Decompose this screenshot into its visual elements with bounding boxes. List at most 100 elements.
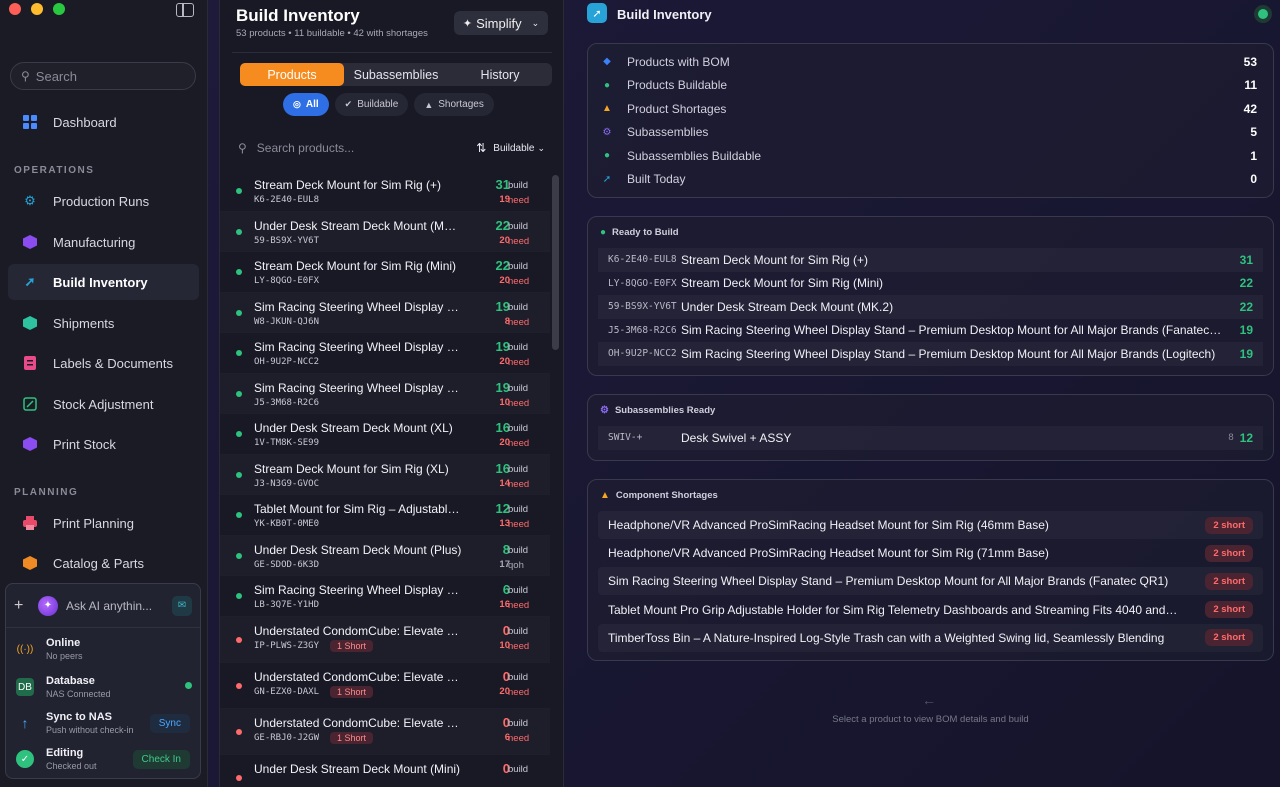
product-row[interactable]: Under Desk Stream Deck Mount (Plus) GE-SD… — [220, 535, 550, 576]
zoom-window-button[interactable] — [53, 3, 65, 15]
sidebar-item-dashboard[interactable]: Dashboard — [8, 104, 199, 140]
detail-panel: ➚ Build Inventory ◆ Products with BOM 53 ● P… — [575, 0, 1280, 787]
sidebar-item-shipments[interactable]: Shipments — [8, 305, 199, 341]
build-label: build — [508, 382, 529, 394]
shortage-row[interactable]: Headphone/VR Advanced ProSimRacing Heads… — [598, 511, 1263, 539]
product-row[interactable]: Stream Deck Mount for Sim Rig (Mini) LY-8… — [220, 252, 550, 293]
buildable-count: 31 — [1239, 252, 1253, 267]
sidebar-item-catalog-parts[interactable]: Catalog & Parts — [8, 545, 199, 581]
build-label: build — [508, 625, 529, 637]
filter-all[interactable]: ◎ All — [283, 93, 329, 116]
filter-shortages[interactable]: ▲ Shortages — [414, 93, 494, 116]
product-row[interactable]: Sim Racing Steering Wheel Display Stand O… — [220, 333, 550, 374]
sync-subtitle: Push without check-in — [46, 725, 134, 735]
ai-chat-row: + ✦ Ask AI anythin... ✉ — [6, 584, 200, 628]
product-row[interactable]: Under Desk Stream Deck Mount (Mini) 0 buil… — [220, 755, 550, 787]
sync-button[interactable]: Sync — [149, 714, 190, 733]
sort-button[interactable]: ⇅ Buildable ⌄ — [476, 141, 545, 155]
sidebar-item-manufacturing[interactable]: Manufacturing — [8, 224, 199, 260]
buildable-count: 19 — [1239, 346, 1253, 361]
product-row[interactable]: Under Desk Stream Deck Mount (MK.2) 59-BS… — [220, 211, 550, 252]
sidebar-item-stock-adjustment[interactable]: Stock Adjustment — [8, 386, 199, 422]
summary-row: ◆ Products with BOM 53 — [588, 50, 1273, 74]
chat-icon[interactable]: ✉ — [172, 595, 192, 616]
summary-value: 42 — [1243, 101, 1257, 116]
card-header-label: Component Shortages — [615, 490, 718, 501]
subassembly-name: Desk Swivel + ASSY — [681, 430, 792, 445]
shortage-badge: 2 short — [1205, 629, 1253, 647]
simplify-button[interactable]: ✦ Simplify ⌄ — [454, 11, 548, 35]
shortage-row[interactable]: TimberToss Bin – A Nature-Inspired Log-S… — [598, 624, 1263, 652]
product-row[interactable]: Under Desk Stream Deck Mount (XL) 1V-TM8K… — [220, 414, 550, 455]
summary-value: 1 — [1250, 148, 1257, 163]
shortage-row[interactable]: Tablet Mount Pro Grip Adjustable Holder … — [598, 596, 1263, 624]
product-sku: 59-BS9X-YV6T — [608, 301, 677, 313]
summary-card: ◆ Products with BOM 53 ● Products Buildable 1… — [587, 43, 1274, 198]
product-list-panel: Build Inventory 53 products • 11 buildab… — [219, 0, 564, 787]
search-icon: ⚲ — [21, 69, 30, 83]
minimize-window-button[interactable] — [31, 3, 43, 15]
sidebar-toggle-icon[interactable] — [176, 3, 194, 17]
online-subtitle: No peers — [46, 651, 83, 661]
product-name: Tablet Mount for Sim Rig – Adjustable Ho… — [254, 502, 464, 516]
ready-row[interactable]: LY-8QGO-E0FX Stream Deck Mount for Sim Ri… — [598, 272, 1263, 296]
buildable-count: 22 — [1239, 299, 1253, 314]
product-sku: 59-BS9X-YV6T — [254, 235, 320, 246]
ready-row[interactable]: 59-BS9X-YV6T Under Desk Stream Deck Mount… — [598, 295, 1263, 319]
gears-icon: ⚙ — [24, 193, 36, 208]
check-in-button[interactable]: Check In — [132, 750, 190, 769]
sidebar-item-label: Dashboard — [53, 114, 117, 130]
status-dot — [236, 512, 242, 518]
filter-buildable[interactable]: ✔ Buildable — [334, 93, 409, 116]
sidebar-item-print-planning[interactable]: Print Planning — [8, 505, 199, 541]
product-row[interactable]: Understated CondomCube: Elevate Your GN-E… — [220, 663, 550, 709]
sidebar-item-build-inventory[interactable]: ➚ Build Inventory — [8, 264, 199, 300]
component-name: Headphone/VR Advanced ProSimRacing Heads… — [608, 518, 1049, 532]
product-row[interactable]: Sim Racing Steering Wheel Display Stand J… — [220, 373, 550, 414]
scrollbar[interactable] — [552, 175, 559, 350]
build-label: build — [508, 717, 529, 729]
printer-icon — [22, 515, 38, 531]
tab-products[interactable]: Products — [240, 63, 344, 86]
status-dot — [236, 593, 242, 599]
product-name: Sim Racing Steering Wheel Display Stand … — [681, 323, 1223, 338]
ready-row[interactable]: OH-9U2P-NCC2 Sim Racing Steering Wheel Di… — [598, 342, 1263, 366]
plus-icon[interactable]: + — [14, 597, 32, 615]
product-name: Sim Racing Steering Wheel Display Stand — [254, 299, 464, 314]
search-placeholder: Search products... — [256, 141, 355, 155]
buildable-count: 12 — [1239, 430, 1253, 445]
database-subtitle: NAS Connected — [46, 689, 111, 699]
product-sku: GN-EZX0-DAXL — [254, 686, 320, 697]
status-dot — [236, 188, 242, 194]
product-row[interactable]: Sim Racing Steering Wheel Display Stand W… — [220, 292, 550, 333]
operations-section-header: OPERATIONS — [14, 165, 95, 176]
product-sku: LB-3Q7E-Y1HD — [254, 600, 320, 610]
product-row[interactable]: Tablet Mount for Sim Rig – Adjustable Ho… — [220, 495, 550, 536]
card-header: ▲ Component Shortages — [600, 490, 718, 501]
shortage-badge: 2 short — [1205, 516, 1253, 534]
close-window-button[interactable] — [9, 3, 21, 15]
product-row[interactable]: Sim Racing Steering Wheel Display Stand L… — [220, 576, 550, 617]
shortage-row[interactable]: Headphone/VR Advanced ProSimRacing Heads… — [598, 539, 1263, 567]
subassembly-row[interactable]: SWIV-+ Desk Swivel + ASSY 8 12 — [598, 426, 1263, 450]
tab-history[interactable]: History — [448, 63, 552, 86]
shortage-row[interactable]: Sim Racing Steering Wheel Display Stand … — [598, 567, 1263, 595]
build-label: build — [508, 763, 529, 775]
filter-icon: ◎ — [293, 99, 301, 109]
product-row[interactable]: Stream Deck Mount for Sim Rig (XL) J3-N3G… — [220, 454, 550, 495]
ready-row[interactable]: K6-2E40-EUL8 Stream Deck Mount for Sim Ri… — [598, 248, 1263, 272]
product-name: Stream Deck Mount for Sim Rig (Mini) — [681, 276, 884, 291]
sidebar-item-labels-documents[interactable]: Labels & Documents — [8, 345, 199, 381]
status-dot — [236, 682, 242, 689]
sidebar-item-print-stock[interactable]: Print Stock — [8, 426, 199, 462]
subassemblies-ready-card: ⚙ Subassemblies Ready SWIV-+ Desk Swivel +… — [587, 394, 1274, 461]
ai-chat-input[interactable]: Ask AI anythin... — [66, 599, 172, 613]
tab-subassemblies[interactable]: Subassemblies — [344, 63, 448, 86]
sidebar-item-production-runs[interactable]: ⚙ Production Runs — [8, 183, 199, 219]
sidebar-search-input[interactable]: ⚲ Search — [10, 62, 196, 90]
product-sku: OH-9U2P-NCC2 — [254, 357, 320, 367]
product-row[interactable]: Understated CondomCube: Elevate Your GE-R… — [220, 708, 550, 755]
product-row[interactable]: Understated CondomCube: Elevate Your IP-P… — [220, 616, 550, 663]
ready-row[interactable]: J5-3M68-R2C6 Sim Racing Steering Wheel Di… — [598, 319, 1263, 343]
product-row[interactable]: Stream Deck Mount for Sim Rig (+) K6-2E40… — [220, 171, 550, 212]
